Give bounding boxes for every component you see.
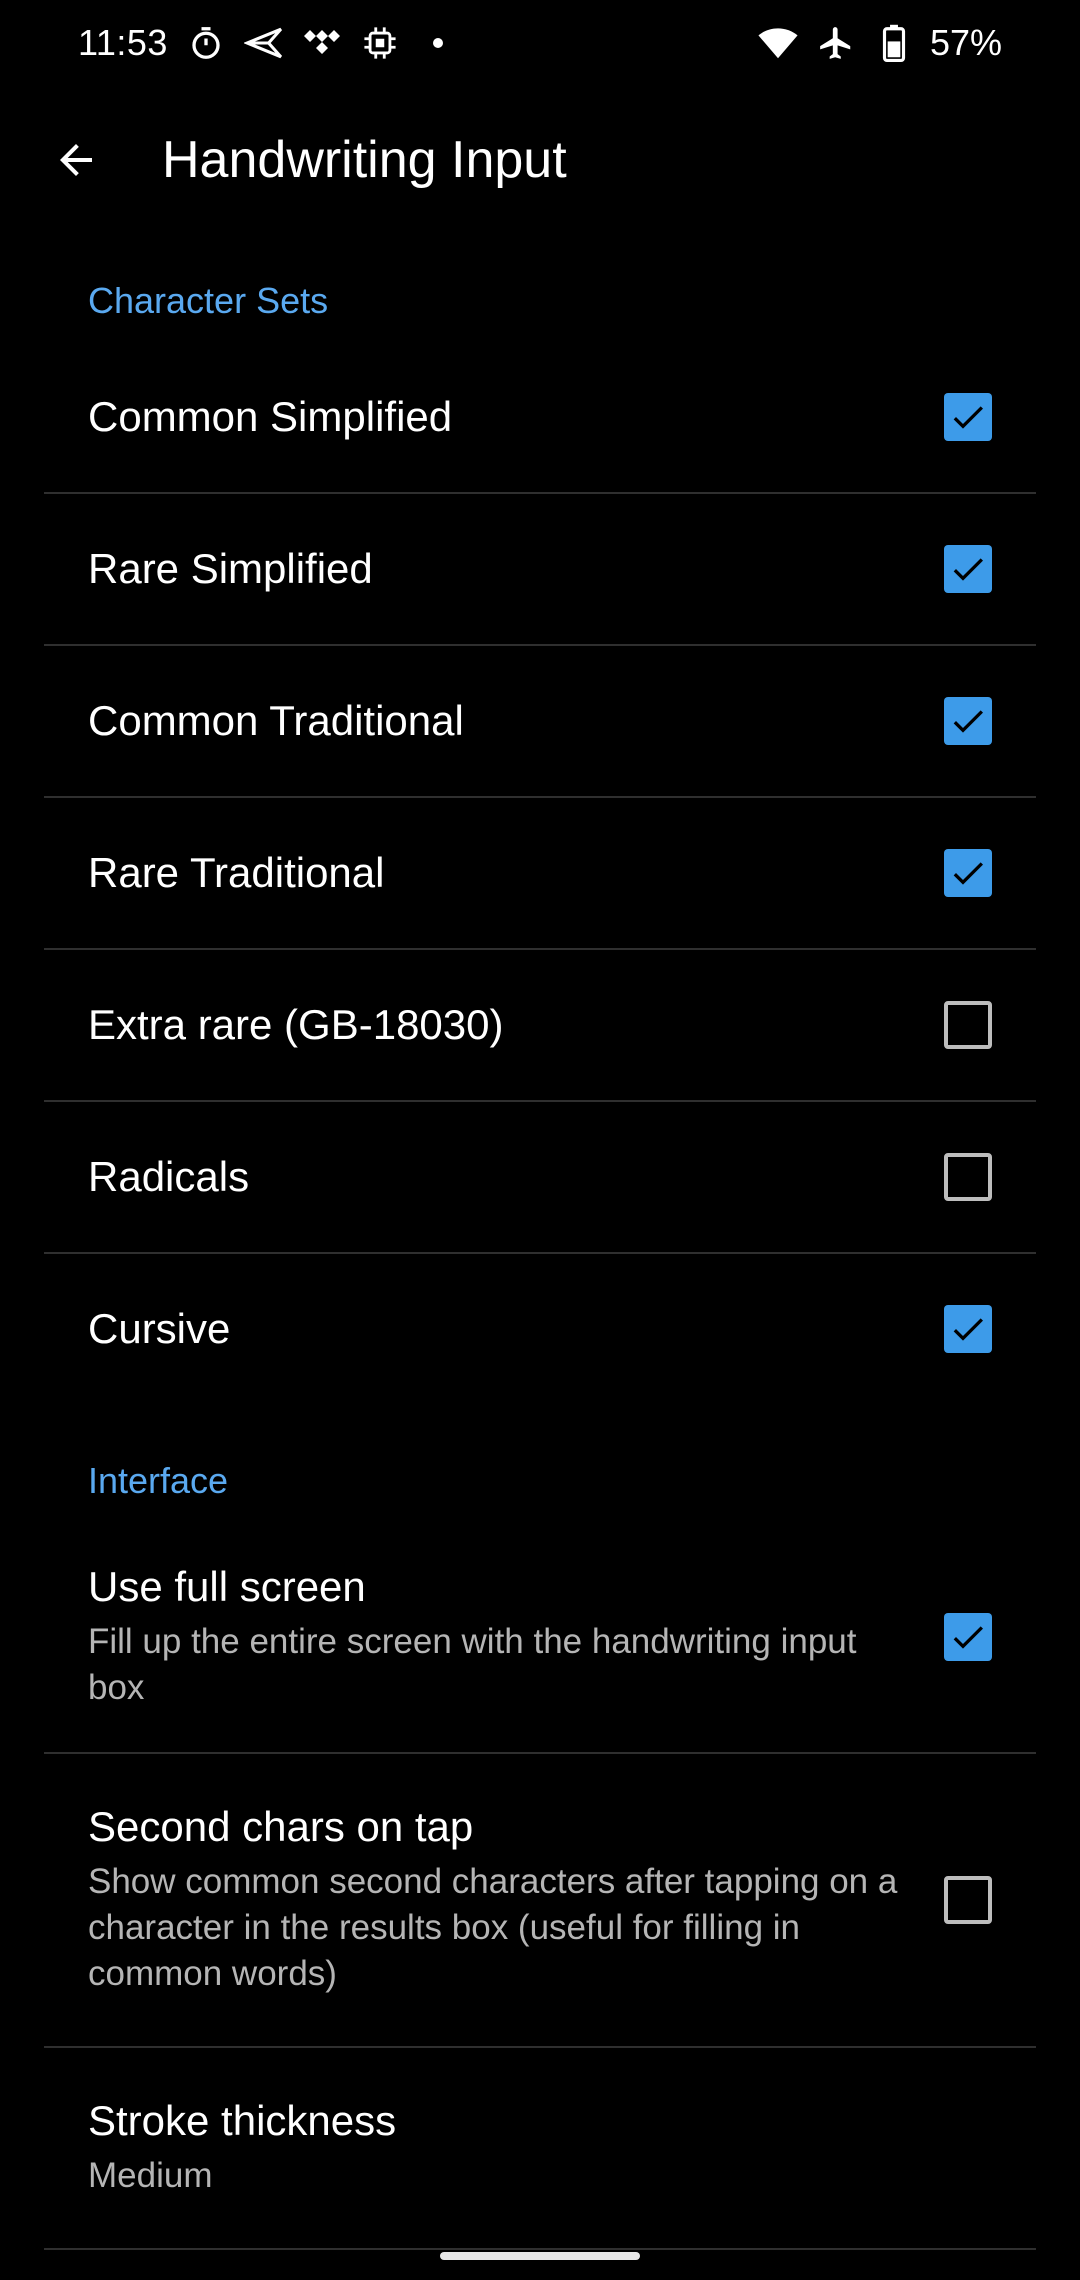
back-button[interactable] — [40, 124, 112, 196]
airplane-mode-icon — [814, 21, 858, 65]
checkbox-common-traditional[interactable] — [944, 697, 992, 745]
system-icons: 57% — [756, 21, 1002, 65]
pref-common-simplified[interactable]: Common Simplified — [0, 342, 1080, 492]
preferences-list: Character Sets Common Simplified Rare Si… — [0, 234, 1080, 2250]
tidal-icon — [302, 23, 342, 63]
check-icon — [953, 710, 983, 733]
check-icon — [953, 558, 983, 581]
toolbar: Handwriting Input — [0, 86, 1080, 234]
pref-title: Cursive — [88, 1305, 231, 1352]
check-icon — [953, 1318, 983, 1341]
pref-extra-rare[interactable]: Extra rare (GB-18030) — [0, 950, 1080, 1100]
wifi-icon — [756, 21, 800, 65]
battery-percent: 57% — [929, 22, 1002, 63]
checkbox-second-chars-on-tap[interactable] — [944, 1876, 992, 1924]
pref-second-chars-on-tap[interactable]: Second chars on tap Show common second c… — [0, 1754, 1080, 2046]
notification-icons — [186, 23, 458, 63]
page-title: Handwriting Input — [162, 131, 567, 189]
send-icon — [243, 23, 284, 63]
pref-title: Rare Simplified — [88, 545, 373, 592]
pref-radicals[interactable]: Radicals — [0, 1102, 1080, 1252]
pref-cursive[interactable]: Cursive — [0, 1254, 1080, 1404]
pref-common-traditional[interactable]: Common Traditional — [0, 646, 1080, 796]
divider — [44, 2248, 1036, 2250]
pref-summary: Fill up the entire screen with the handw… — [88, 1622, 857, 1707]
checkbox-extra-rare[interactable] — [944, 1001, 992, 1049]
battery-icon — [872, 21, 916, 65]
pref-title: Stroke thickness — [88, 2097, 397, 2144]
pref-title: Rare Traditional — [88, 849, 385, 896]
pref-title: Radicals — [88, 1153, 250, 1200]
check-icon — [953, 862, 983, 885]
category-character-sets: Character Sets — [88, 280, 329, 321]
status-bar: 11:53 57% — [0, 0, 1080, 86]
arrow-back-icon — [60, 144, 92, 176]
pref-summary: Medium — [88, 2156, 213, 2195]
checkbox-cursive[interactable] — [944, 1305, 992, 1353]
checkbox-rare-traditional[interactable] — [944, 849, 992, 897]
pref-title: Common Traditional — [88, 697, 464, 744]
category-interface: Interface — [88, 1460, 229, 1501]
pref-stroke-thickness[interactable]: Stroke thickness Medium — [0, 2048, 1080, 2248]
checkbox-radicals[interactable] — [944, 1153, 992, 1201]
pref-title: Extra rare (GB-18030) — [88, 1001, 504, 1048]
pref-rare-traditional[interactable]: Rare Traditional — [0, 798, 1080, 948]
pref-use-full-screen[interactable]: Use full screen Fill up the entire scree… — [0, 1522, 1080, 1752]
pref-title: Common Simplified — [88, 393, 453, 440]
pref-rare-simplified[interactable]: Rare Simplified — [0, 494, 1080, 644]
timer-icon — [186, 23, 226, 63]
checkbox-common-simplified[interactable] — [944, 393, 992, 441]
check-icon — [953, 1626, 983, 1649]
checkbox-rare-simplified[interactable] — [944, 545, 992, 593]
pref-title: Use full screen — [88, 1563, 366, 1610]
pref-title: Second chars on tap — [88, 1803, 474, 1850]
check-icon — [953, 406, 983, 429]
chip-icon — [360, 23, 400, 63]
dot-icon — [418, 23, 458, 63]
checkbox-use-full-screen[interactable] — [944, 1613, 992, 1661]
pref-summary: Show common second characters after tapp… — [88, 1862, 898, 1993]
status-time: 11:53 — [78, 22, 168, 63]
gesture-navigation-bar[interactable] — [440, 2252, 640, 2260]
